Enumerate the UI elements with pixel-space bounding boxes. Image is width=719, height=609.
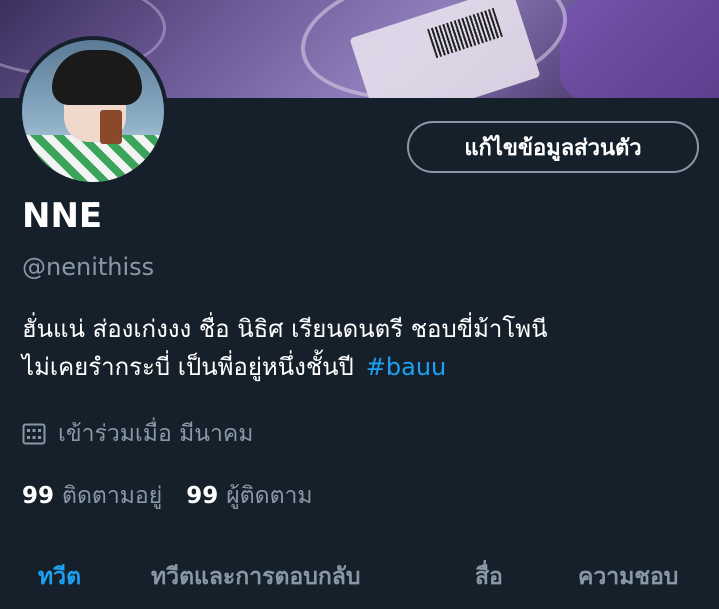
joined-label: เข้าร่วมเมื่อ มีนาคม [58,421,254,447]
edit-profile-button[interactable]: แก้ไขข้อมูลส่วนตัว [407,121,699,173]
profile-handle: @nenithiss [22,253,155,281]
tab-tweets-and-replies[interactable]: ทวีตและการตอบกลับ [151,559,360,595]
profile-tabs: ทวีต ทวีตและการตอบกลับ สื่อ ความชอบ [0,555,719,609]
follow-stats: 99 ติดตามอยู่ 99 ผู้ติดตาม [22,478,337,514]
profile-name: NNE [22,196,103,236]
hashtag-link[interactable]: #bauu [366,353,446,381]
tab-tweets[interactable]: ทวีต [38,559,81,595]
joined-date: เข้าร่วมเมื่อ มีนาคม [22,416,253,452]
followers-label[interactable]: ผู้ติดตาม [226,478,312,514]
tab-likes[interactable]: ความชอบ [578,559,678,595]
following-label[interactable]: ติดตามอยู่ [62,478,162,514]
followers-count[interactable]: 99 [186,483,218,509]
tab-media[interactable]: สื่อ [475,559,503,595]
following-count[interactable]: 99 [22,483,54,509]
bio-line: ฮั่นแน่ ส่องเก่งงง ชื่อ นิธิศ เรียนดนตรี… [22,315,548,343]
profile-bio: ฮั่นแน่ ส่องเก่งงง ชื่อ นิธิศ เรียนดนตรี… [22,310,702,386]
avatar[interactable] [18,36,168,186]
bio-line: ไม่เคยรำกระบี่ เป็นพี่อยู่หนึ่งชั้นปี [22,353,354,381]
calendar-icon [22,423,46,445]
